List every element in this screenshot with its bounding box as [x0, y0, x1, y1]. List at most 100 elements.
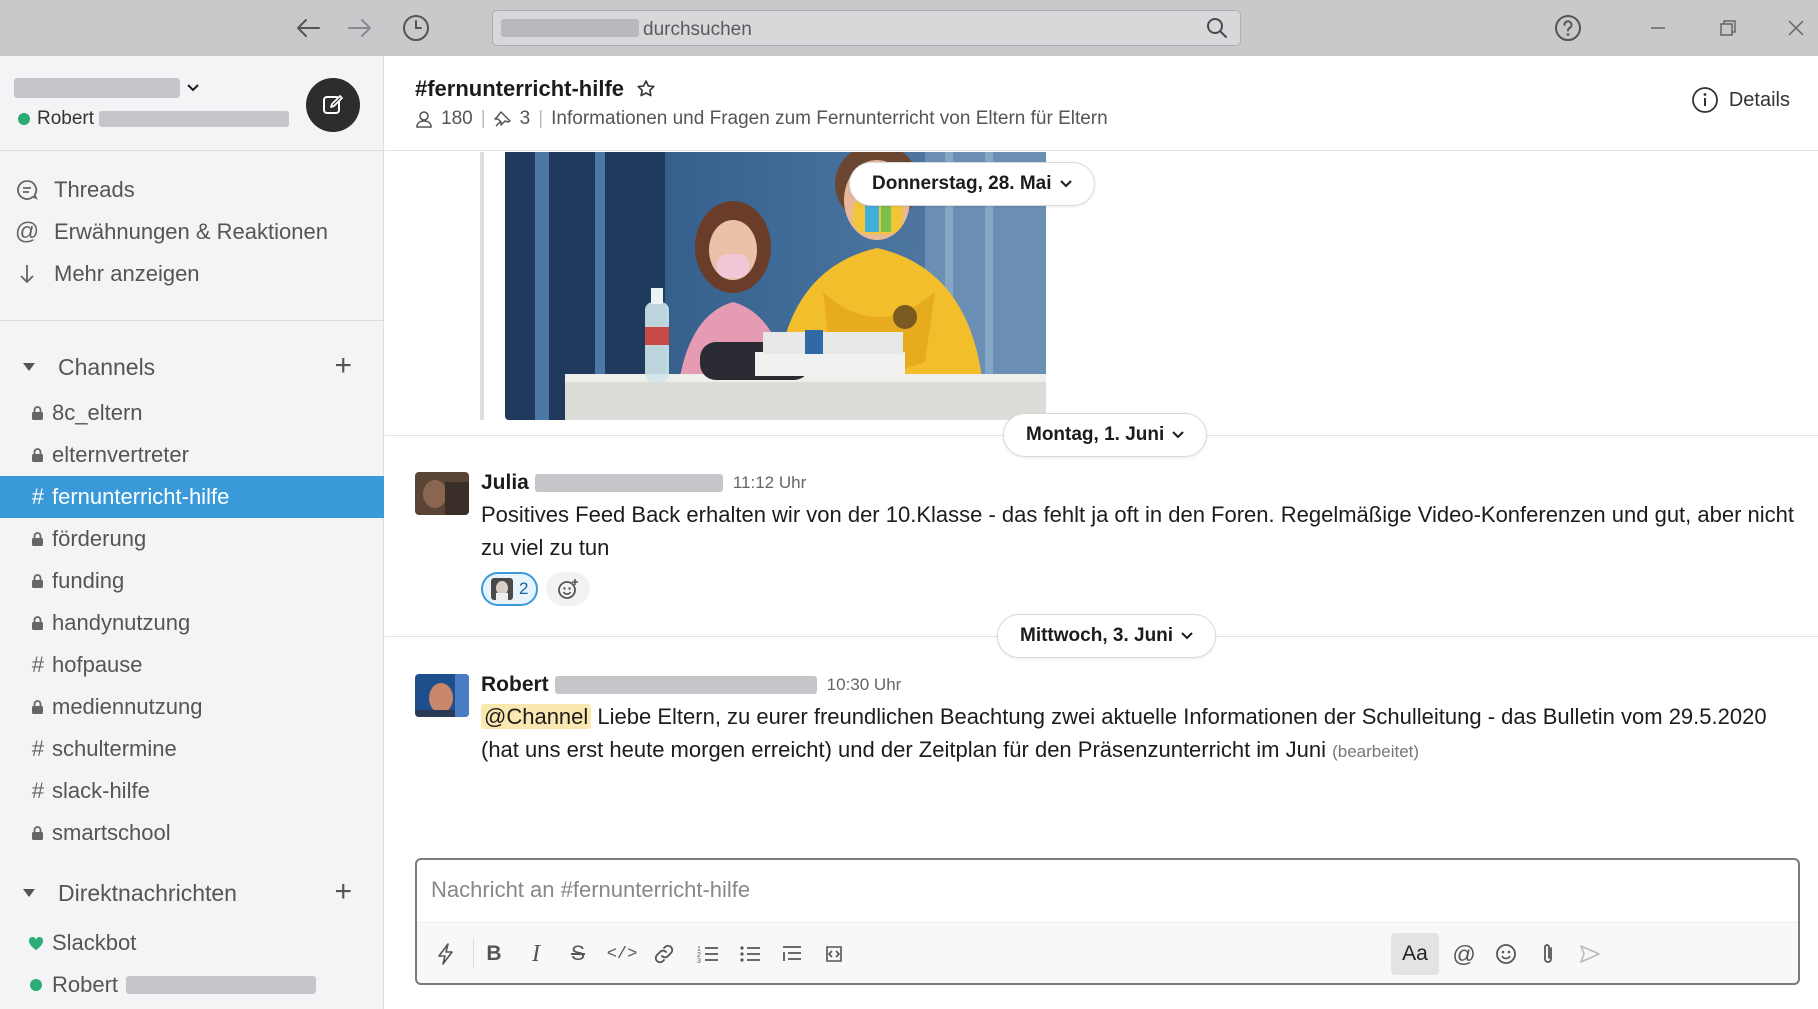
message-time[interactable]: 10:30 Uhr — [827, 675, 902, 695]
dm-section-header[interactable]: Direktnachrichten + — [0, 872, 384, 914]
message-input[interactable] — [431, 872, 1771, 908]
add-channel-icon[interactable]: + — [334, 350, 352, 382]
chevron-down-icon — [186, 83, 200, 93]
date-divider-pill[interactable]: Montag, 1. Juni — [1003, 413, 1208, 457]
date-divider-pill[interactable]: Donnerstag, 28. Mai — [849, 162, 1095, 206]
channel-topic[interactable]: Informationen und Fragen zum Fernunterri… — [551, 108, 1108, 130]
minimize-icon[interactable] — [1640, 10, 1676, 46]
sidebar-channel-8[interactable]: # schultermine — [0, 728, 384, 770]
date-label: Donnerstag, 28. Mai — [872, 173, 1052, 194]
emoji-icon[interactable] — [1485, 933, 1527, 975]
nav-threads[interactable]: Threads — [0, 170, 384, 210]
compose-button[interactable] — [306, 78, 360, 132]
mention-at-icon[interactable]: @ — [1443, 933, 1485, 975]
avatar[interactable] — [415, 472, 469, 515]
channel-label: förderung — [52, 526, 147, 551]
sidebar-channel-0[interactable]: 8c_eltern — [0, 392, 384, 434]
members-icon[interactable] — [415, 110, 433, 128]
formatting-toggle-button[interactable]: Aa — [1391, 933, 1439, 975]
workspace-name[interactable] — [14, 78, 200, 98]
threads-icon — [0, 179, 54, 201]
message-feed: Donnerstag, 28. Mai Montag, 1. Juni Juli… — [385, 152, 1818, 858]
channel-label: fernunterricht-hilfe — [52, 484, 230, 509]
channel-meta: 180 | 3 | Informationen und Fragen zum F… — [415, 108, 1108, 130]
title-bar: durchsuchen — [0, 0, 1818, 56]
strikethrough-icon[interactable]: S — [557, 933, 599, 975]
channel-label: 8c_eltern — [52, 400, 143, 425]
add-reaction-icon — [558, 579, 579, 599]
dm-name: Robert — [52, 972, 119, 997]
sidebar: Robert Threads @ Erwähnungen & Reaktione… — [0, 56, 384, 1009]
sidebar-channel-7[interactable]: mediennutzung — [0, 686, 384, 728]
nav-more[interactable]: Mehr anzeigen — [0, 254, 384, 294]
heart-icon — [0, 936, 52, 951]
history-clock-icon[interactable] — [398, 10, 434, 46]
help-icon[interactable] — [1550, 10, 1586, 46]
current-user[interactable]: Robert — [16, 108, 290, 130]
member-count[interactable]: 180 — [441, 108, 473, 130]
sidebar-divider — [0, 320, 384, 321]
message[interactable]: Robert 10:30 Uhr @Channel Liebe Eltern, … — [415, 670, 1795, 780]
message-time[interactable]: 11:12 Uhr — [733, 473, 806, 493]
channel-mention[interactable]: @Channel — [481, 704, 592, 729]
message-header: Robert 10:30 Uhr — [481, 670, 1801, 700]
pin-count[interactable]: 3 — [520, 108, 531, 130]
quote-block-icon[interactable] — [771, 933, 813, 975]
dm-item-robert[interactable]: Robert — [0, 964, 384, 1006]
message[interactable]: Julia 11:12 Uhr Positives Feed Back erha… — [415, 468, 1795, 618]
author-name[interactable]: Robert — [481, 673, 549, 697]
avatar[interactable] — [415, 674, 469, 717]
dm-item-slackbot[interactable]: Slackbot — [0, 922, 384, 964]
link-icon[interactable] — [643, 933, 685, 975]
attachment-paperclip-icon[interactable] — [1527, 933, 1569, 975]
lock-icon — [0, 447, 52, 463]
online-status-icon — [0, 977, 52, 993]
sidebar-channel-4[interactable]: funding — [0, 560, 384, 602]
sidebar-channel-1[interactable]: elternvertreter — [0, 434, 384, 476]
sidebar-channel-10[interactable]: smartschool — [0, 812, 384, 854]
shortcuts-lightning-icon[interactable] — [425, 933, 467, 975]
forward-arrow-icon[interactable] — [342, 10, 378, 46]
date-label: Montag, 1. Juni — [1026, 424, 1165, 445]
restore-icon[interactable] — [1710, 10, 1746, 46]
channel-name: #fernunterricht-hilfe — [415, 76, 625, 101]
ordered-list-icon[interactable]: 123 — [687, 933, 729, 975]
message-text: @Channel Liebe Eltern, zu eurer freundli… — [481, 700, 1801, 768]
add-reaction-button[interactable] — [546, 572, 591, 606]
date-divider-pill[interactable]: Mittwoch, 3. Juni — [997, 614, 1217, 658]
sidebar-channel-6[interactable]: # hofpause — [0, 644, 384, 686]
code-icon[interactable]: </> — [601, 933, 643, 975]
code-block-icon[interactable] — [813, 933, 855, 975]
sidebar-channel-5[interactable]: handynutzung — [0, 602, 384, 644]
channel-label: slack-hilfe — [52, 778, 150, 803]
chevron-down-icon — [1181, 632, 1193, 640]
reaction-bar: 2 — [481, 572, 1801, 606]
details-button[interactable]: Details — [1691, 86, 1790, 114]
reaction-pill[interactable]: 2 — [481, 572, 539, 606]
sidebar-channel-9[interactable]: # slack-hilfe — [0, 770, 384, 812]
nav-mentions[interactable]: @ Erwähnungen & Reaktionen — [0, 212, 384, 252]
italic-icon[interactable]: I — [515, 933, 557, 975]
lock-icon — [0, 615, 52, 631]
bullet-list-icon[interactable] — [729, 933, 771, 975]
message-text: Positives Feed Back erhalten wir von der… — [481, 502, 1795, 560]
search-bar[interactable]: durchsuchen — [492, 10, 1241, 46]
channel-view: #fernunterricht-hilfe 180 | 3 | Informat… — [385, 56, 1818, 1009]
star-icon[interactable] — [636, 79, 656, 99]
channel-title[interactable]: #fernunterricht-hilfe — [415, 76, 656, 102]
pin-icon[interactable] — [493, 110, 512, 128]
send-icon[interactable] — [1569, 933, 1611, 975]
sidebar-channel-2[interactable]: # fernunterricht-hilfe — [0, 476, 384, 518]
search-icon[interactable] — [1206, 17, 1228, 39]
channels-section-header[interactable]: Channels + — [0, 346, 384, 388]
back-arrow-icon[interactable] — [290, 10, 326, 46]
search-placeholder: durchsuchen — [643, 19, 752, 40]
close-icon[interactable] — [1778, 10, 1814, 46]
sidebar-channel-3[interactable]: förderung — [0, 518, 384, 560]
bold-icon[interactable]: B — [473, 933, 515, 975]
dm-label: Direktnachrichten — [58, 879, 237, 906]
add-dm-icon[interactable]: + — [334, 876, 352, 908]
author-name[interactable]: Julia — [481, 471, 529, 495]
svg-text:3: 3 — [697, 958, 701, 964]
channel-header: #fernunterricht-hilfe 180 | 3 | Informat… — [385, 56, 1818, 151]
